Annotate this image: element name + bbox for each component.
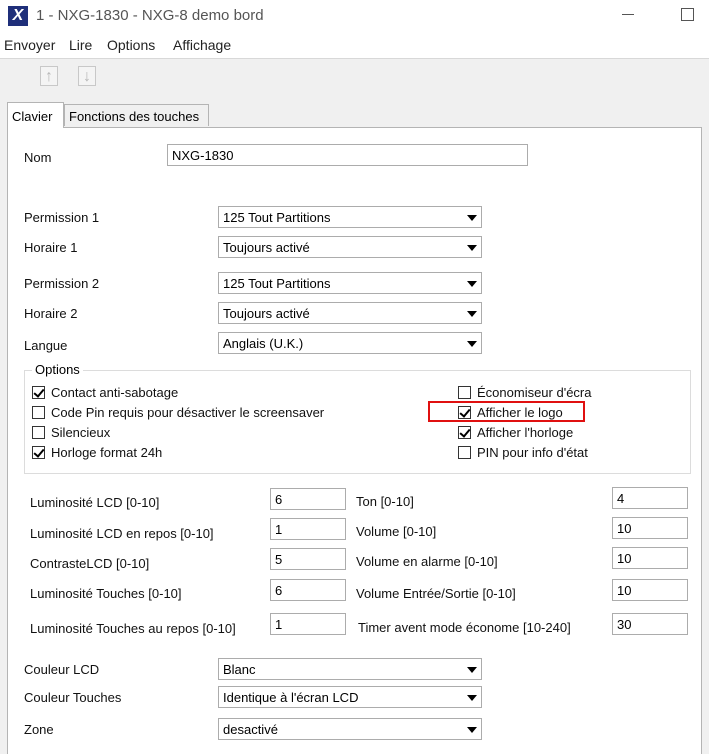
volume-alarme-label: Volume en alarme [0-10] [356,554,498,569]
permission2-select[interactable]: 125 Tout Partitions [218,272,482,294]
checkbox-economiseur[interactable] [458,386,471,399]
lum-touches-repos-label: Luminosité Touches au repos [0-10] [30,621,236,636]
horaire2-label: Horaire 2 [24,306,78,321]
couleur-lcd-value: Blanc [223,662,256,677]
zone-select[interactable]: desactivé [218,718,482,740]
langue-value: Anglais (U.K.) [223,336,304,351]
timer-input[interactable]: 30 [612,613,688,635]
chevron-down-icon[interactable] [462,720,480,738]
ton-input[interactable]: 4 [612,487,688,509]
chevron-down-icon[interactable] [462,660,480,678]
checkbox-code-pin-screensaver[interactable] [32,406,45,419]
permission2-label: Permission 2 [24,276,100,291]
checkbox-horloge-24h[interactable] [32,446,45,459]
window-title: 1 - NXG-1830 - NXG-8 demo bord [36,7,264,24]
nom-label: Nom [24,150,52,165]
lum-lcd-label: Luminosité LCD [0-10] [30,495,160,510]
couleur-touches-select[interactable]: Identique à l'écran LCD [218,686,482,708]
upload-icon[interactable]: ↑ [40,66,58,86]
couleur-lcd-label: Couleur LCD [24,662,100,677]
horaire1-label: Horaire 1 [24,240,78,255]
checkbox-label: Afficher l'horloge [477,425,574,440]
volume-alarme-input[interactable]: 10 [612,547,688,569]
download-icon[interactable]: ↓ [78,66,96,86]
horaire1-value: Toujours activé [223,240,310,255]
chevron-down-icon[interactable] [462,304,480,322]
lum-touches-input[interactable]: 6 [270,579,346,601]
zone-value: desactivé [223,722,278,737]
checkbox-label: Contact anti-sabotage [51,385,179,400]
menu-options[interactable]: Options [107,37,155,53]
permission1-select[interactable]: 125 Tout Partitions [218,206,482,228]
langue-select[interactable]: Anglais (U.K.) [218,332,482,354]
lum-lcd-repos-label: Luminosité LCD en repos [0-10] [30,526,214,541]
menu-bar: Envoyer Lire Options Affichage [0,35,709,57]
checkbox-label: Économiseur d'écra [477,385,592,400]
volume-es-label: Volume Entrée/Sortie [0-10] [356,586,516,601]
permission1-value: 125 Tout Partitions [223,210,331,225]
contraste-input[interactable]: 5 [270,548,346,570]
contraste-label: ContrasteLCD [0-10] [30,556,150,571]
lum-touches-label: Luminosité Touches [0-10] [30,586,182,601]
zone-label: Zone [24,722,54,737]
lum-lcd-repos-input[interactable]: 1 [270,518,346,540]
maximize-button[interactable] [681,8,694,21]
chevron-down-icon[interactable] [462,208,480,226]
checkbox-contact-anti-sabotage[interactable] [32,386,45,399]
nom-input[interactable]: NXG-1830 [167,144,528,166]
langue-label: Langue [24,338,68,353]
volume-label: Volume [0-10] [356,524,437,539]
checkbox-pin-info-etat[interactable] [458,446,471,459]
couleur-touches-value: Identique à l'écran LCD [223,690,359,705]
menu-envoyer[interactable]: Envoyer [4,37,55,53]
lum-touches-repos-input[interactable]: 1 [270,613,346,635]
volume-input[interactable]: 10 [612,517,688,539]
checkbox-silencieux[interactable] [32,426,45,439]
tab-clavier[interactable]: Clavier [7,102,64,128]
chevron-down-icon[interactable] [462,688,480,706]
chevron-down-icon[interactable] [462,334,480,352]
app-logo-icon: X [8,6,28,26]
checkbox-label: Code Pin requis pour désactiver le scree… [51,405,325,420]
lum-lcd-input[interactable]: 6 [270,488,346,510]
timer-label: Timer avent mode économe [10-240] [358,620,571,635]
checkbox-afficher-horloge[interactable] [458,426,471,439]
tab-fonctions-des-touches[interactable]: Fonctions des touches [64,104,209,126]
ton-label: Ton [0-10] [356,494,414,509]
menu-affichage[interactable]: Affichage [173,37,231,53]
toolbar: ↑ ↓ [0,59,709,97]
checkbox-label: PIN pour info d'état [477,445,588,460]
horaire2-select[interactable]: Toujours activé [218,302,482,324]
highlight-box [428,401,585,422]
minimize-button[interactable] [620,6,636,22]
volume-es-input[interactable]: 10 [612,579,688,601]
chevron-down-icon[interactable] [462,238,480,256]
menu-lire[interactable]: Lire [69,37,92,53]
permission2-value: 125 Tout Partitions [223,276,331,291]
permission1-label: Permission 1 [24,210,100,225]
horaire2-value: Toujours activé [223,306,310,321]
options-legend: Options [32,362,83,377]
checkbox-label: Silencieux [51,425,111,440]
chevron-down-icon[interactable] [462,274,480,292]
checkbox-label: Horloge format 24h [51,445,163,460]
couleur-touches-label: Couleur Touches [24,690,122,705]
horaire1-select[interactable]: Toujours activé [218,236,482,258]
couleur-lcd-select[interactable]: Blanc [218,658,482,680]
